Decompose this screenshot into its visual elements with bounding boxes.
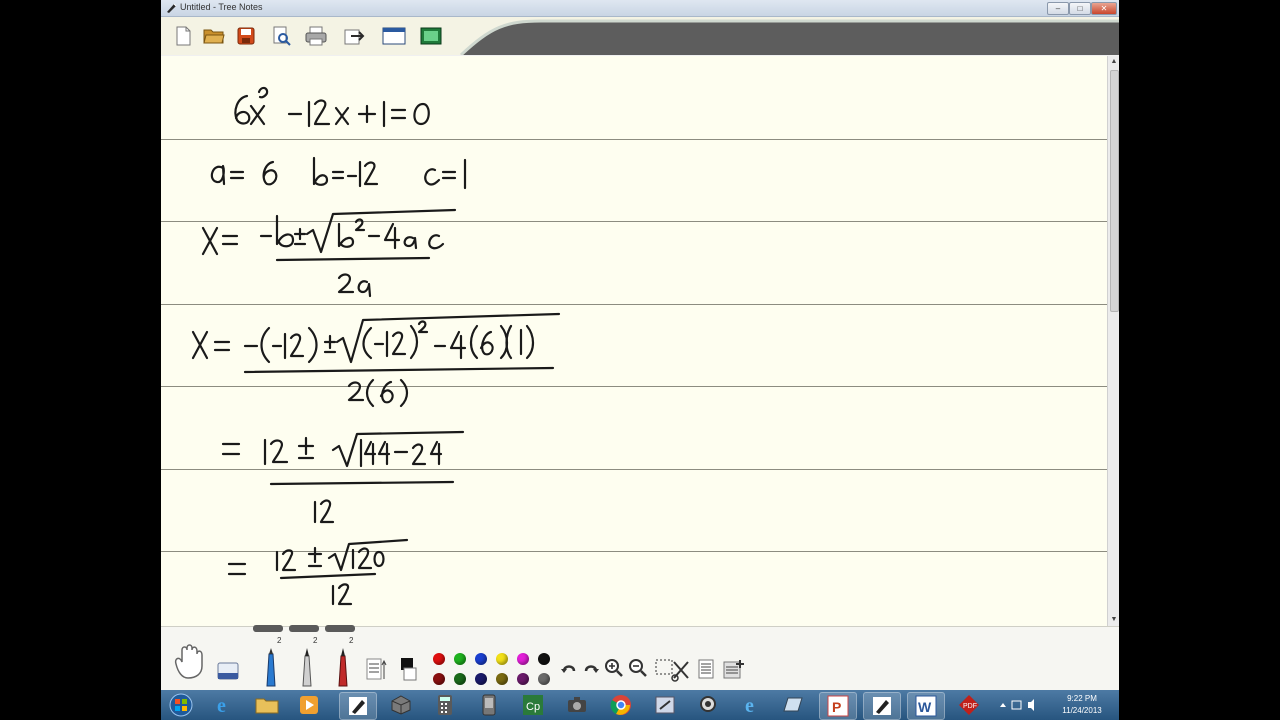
print-icon[interactable] [304,24,328,48]
maximize-button[interactable]: □ [1069,2,1091,15]
pen-palette: 2 2 2 [161,625,1119,690]
clock-time: 9:22 PM [1067,694,1097,703]
tools-app-icon[interactable] [647,692,683,718]
svg-text:e: e [745,695,754,716]
tree-notes-taskbar-icon[interactable] [339,692,377,720]
color-green[interactable] [454,653,466,665]
color-magenta[interactable] [517,653,529,665]
palette-tabs [253,625,355,632]
title-bar: Untitled - Tree Notes – □ ✕ [161,0,1119,17]
screenshot-icon[interactable] [419,24,443,48]
vertical-scrollbar[interactable]: ▲ ▼ [1107,56,1119,626]
clock-date: 11/24/2013 [1062,706,1102,715]
red-pen-icon[interactable] [333,645,353,689]
ink-line-6 [227,538,409,606]
search-app-icon[interactable] [691,692,727,718]
color-gray[interactable] [538,673,550,685]
print-preview-icon[interactable] [269,24,293,48]
svg-text:PDF: PDF [963,703,977,710]
select-cut-icon[interactable] [653,657,693,683]
chrome-icon[interactable] [603,692,639,718]
pen-size-3: 2 [349,636,354,645]
scroll-thumb[interactable] [1110,70,1119,312]
window-title: Untitled - Tree Notes [180,2,263,12]
media-player-icon[interactable] [291,692,327,718]
svg-text:W: W [918,699,932,715]
fill-color-icon[interactable] [399,655,417,683]
blue-pen-icon[interactable] [261,645,281,689]
pdf-app-icon[interactable]: PDF [951,692,987,718]
window-icon[interactable] [382,24,406,48]
tree-notes-pen-icon[interactable] [863,692,901,720]
ie-second-icon[interactable]: e [735,692,771,718]
color-red[interactable] [433,653,445,665]
powerpoint-icon[interactable]: P [819,692,857,720]
notebook-app-icon[interactable] [775,692,811,718]
color-blue[interactable] [475,653,487,665]
color-dark-blue[interactable] [475,673,487,685]
ink-line-4 [191,312,561,408]
file-explorer-icon[interactable] [249,692,285,718]
tree-notes-app-icon [167,3,177,13]
calculator-icon[interactable] [427,692,463,718]
export-icon[interactable] [342,24,366,48]
color-black[interactable] [538,653,550,665]
main-toolbar [161,17,1119,55]
color-purple[interactable] [517,673,529,685]
camera-app-icon[interactable] [559,692,595,718]
system-tray[interactable] [995,692,1045,718]
start-button[interactable] [163,692,199,718]
redo-icon[interactable] [581,659,601,679]
minimize-button[interactable]: – [1047,2,1069,15]
open-folder-icon[interactable] [202,24,226,48]
ink-line-1 [234,86,430,128]
pen-size-2: 2 [313,636,318,645]
svg-text:Cp: Cp [526,701,540,713]
color-olive[interactable] [496,673,508,685]
pen-size-1: 2 [277,636,282,645]
lines-icon[interactable] [363,655,393,685]
color-dark-red[interactable] [433,673,445,685]
scroll-up-icon[interactable]: ▲ [1108,56,1119,68]
zoom-in-icon[interactable] [603,657,625,679]
color-yellow[interactable] [496,653,508,665]
windows-taskbar: e Cp e P W PDF 9:22 PM 11/24/2013 [161,690,1119,720]
new-page-icon[interactable] [171,24,195,48]
app-window: Untitled - Tree Notes – □ ✕ ▲ ▼ 2 2 2 [161,0,1119,690]
svg-text:e: e [217,695,226,716]
ink-line-2 [210,156,467,190]
undo-icon[interactable] [559,659,579,679]
ink-line-5 [221,430,465,524]
eraser-icon[interactable] [215,657,241,685]
cube-app-icon[interactable] [383,692,419,718]
insert-page-icon[interactable] [721,657,747,681]
color-dark-green[interactable] [454,673,466,685]
captivate-icon[interactable]: Cp [515,692,551,718]
ink-line-3 [201,208,457,298]
note-page[interactable] [161,56,1107,626]
handwritten-ink [191,86,561,606]
phone-app-icon[interactable] [471,692,507,718]
page-lines-icon[interactable] [695,657,717,681]
zoom-out-icon[interactable] [627,657,649,679]
svg-text:P: P [832,699,841,715]
black-pen-icon[interactable] [297,645,317,689]
close-button[interactable]: ✕ [1091,2,1117,15]
save-icon[interactable] [234,24,258,48]
taskbar-clock[interactable]: 9:22 PM 11/24/2013 [1049,693,1115,717]
word-icon[interactable]: W [907,692,945,720]
hand-tool-icon[interactable] [167,641,209,681]
internet-explorer-icon[interactable]: e [207,692,243,718]
